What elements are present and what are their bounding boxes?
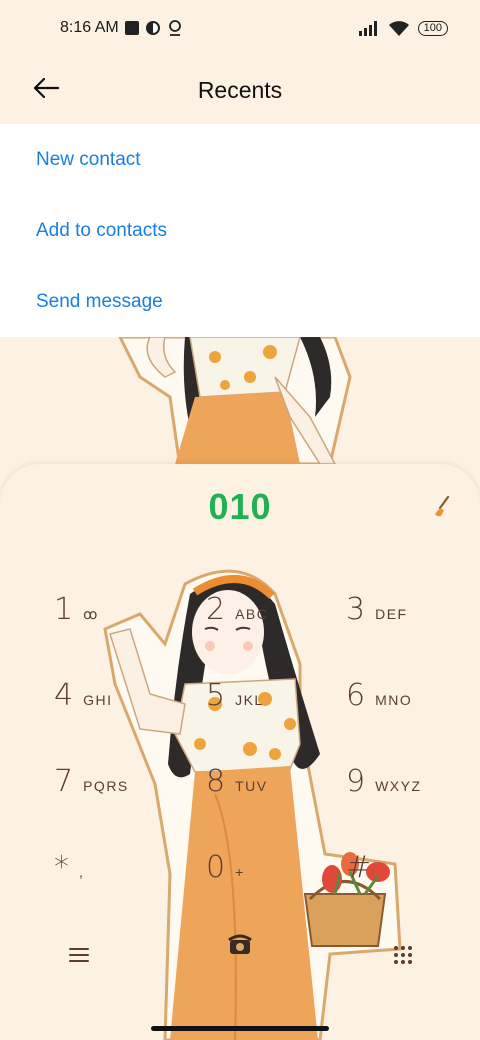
key-2[interactable]: 2 ABC xyxy=(206,592,268,652)
key-7-digit: 7 xyxy=(54,764,74,799)
new-contact-item[interactable]: New contact xyxy=(0,124,480,195)
call-button[interactable] xyxy=(226,930,254,958)
key-3[interactable]: 3 DEF xyxy=(346,592,408,652)
clear-button[interactable] xyxy=(428,494,454,520)
key-4[interactable]: 4 GHI xyxy=(54,678,112,738)
key-3-letters: DEF xyxy=(375,606,408,622)
key-0-digit: 0 xyxy=(206,850,226,885)
key-4-digit: 4 xyxy=(54,678,74,713)
key-6[interactable]: 6 MNO xyxy=(346,678,412,738)
key-5-digit: 5 xyxy=(206,678,226,713)
key-star-letters: , xyxy=(79,864,85,880)
key-5-letters: JKL xyxy=(235,692,264,708)
key-6-digit: 6 xyxy=(346,678,366,713)
dialpad-icon xyxy=(394,946,412,964)
app-header: Recents xyxy=(0,56,480,124)
menu-button[interactable] xyxy=(66,944,92,966)
hamburger-icon xyxy=(69,948,89,962)
key-6-letters: MNO xyxy=(375,692,413,708)
status-left: 8:16 AM xyxy=(60,19,183,37)
key-7[interactable]: 7 PQRS xyxy=(54,764,129,824)
key-hash-digit: # xyxy=(346,850,372,885)
data-saver-icon xyxy=(145,21,160,35)
add-to-contacts-item[interactable]: Add to contacts xyxy=(0,195,480,266)
key-1-digit: 1 xyxy=(54,592,74,627)
key-0-letters: + xyxy=(235,864,245,880)
telephone-icon xyxy=(228,934,252,954)
key-2-letters: ABC xyxy=(235,606,269,622)
arrow-left-icon xyxy=(33,77,60,99)
key-hash[interactable]: # xyxy=(346,850,381,910)
square-notification-icon xyxy=(124,21,139,35)
key-7-letters: PQRS xyxy=(83,778,129,794)
key-1[interactable]: 1 ꝏ xyxy=(54,592,99,652)
location-icon xyxy=(168,20,181,36)
key-star-digit: * xyxy=(54,850,69,885)
key-4-letters: GHI xyxy=(83,692,113,708)
key-0[interactable]: 0 + xyxy=(206,850,245,910)
key-3-digit: 3 xyxy=(346,592,366,627)
home-indicator[interactable] xyxy=(151,1026,329,1031)
signal-icon xyxy=(358,21,377,36)
battery-icon: 100 xyxy=(417,20,448,36)
key-8-letters: TUV xyxy=(235,778,268,794)
key-8[interactable]: 8 TUV xyxy=(206,764,268,824)
battery-level: 100 xyxy=(423,22,442,34)
dialed-number: 010 xyxy=(208,486,272,527)
key-2-digit: 2 xyxy=(206,592,226,627)
key-9-letters: WXYZ xyxy=(375,778,422,794)
keypad-toggle-button[interactable] xyxy=(392,944,414,966)
status-time: 8:16 AM xyxy=(60,19,119,36)
broom-icon xyxy=(435,495,450,517)
key-9[interactable]: 9 WXYZ xyxy=(346,764,422,824)
recents-menu: New contact Add to contacts Send message xyxy=(0,124,480,337)
key-8-digit: 8 xyxy=(206,764,226,799)
key-9-digit: 9 xyxy=(346,764,366,799)
key-star[interactable]: * , xyxy=(54,850,84,910)
status-bar: 8:16 AM 100 xyxy=(0,0,480,56)
key-5[interactable]: 5 JKL xyxy=(206,678,264,738)
page-title: Recents xyxy=(197,76,283,103)
send-message-item[interactable]: Send message xyxy=(0,266,480,337)
voicemail-icon: ꝏ xyxy=(83,606,99,622)
wifi-icon xyxy=(388,20,409,36)
status-right: 100 xyxy=(358,20,448,37)
back-button[interactable] xyxy=(28,70,64,106)
dialer-panel: 010 1 ꝏ 2 ABC 3 DEF 4 GHI 5 JKL 6 MNO 7 … xyxy=(0,464,480,1040)
